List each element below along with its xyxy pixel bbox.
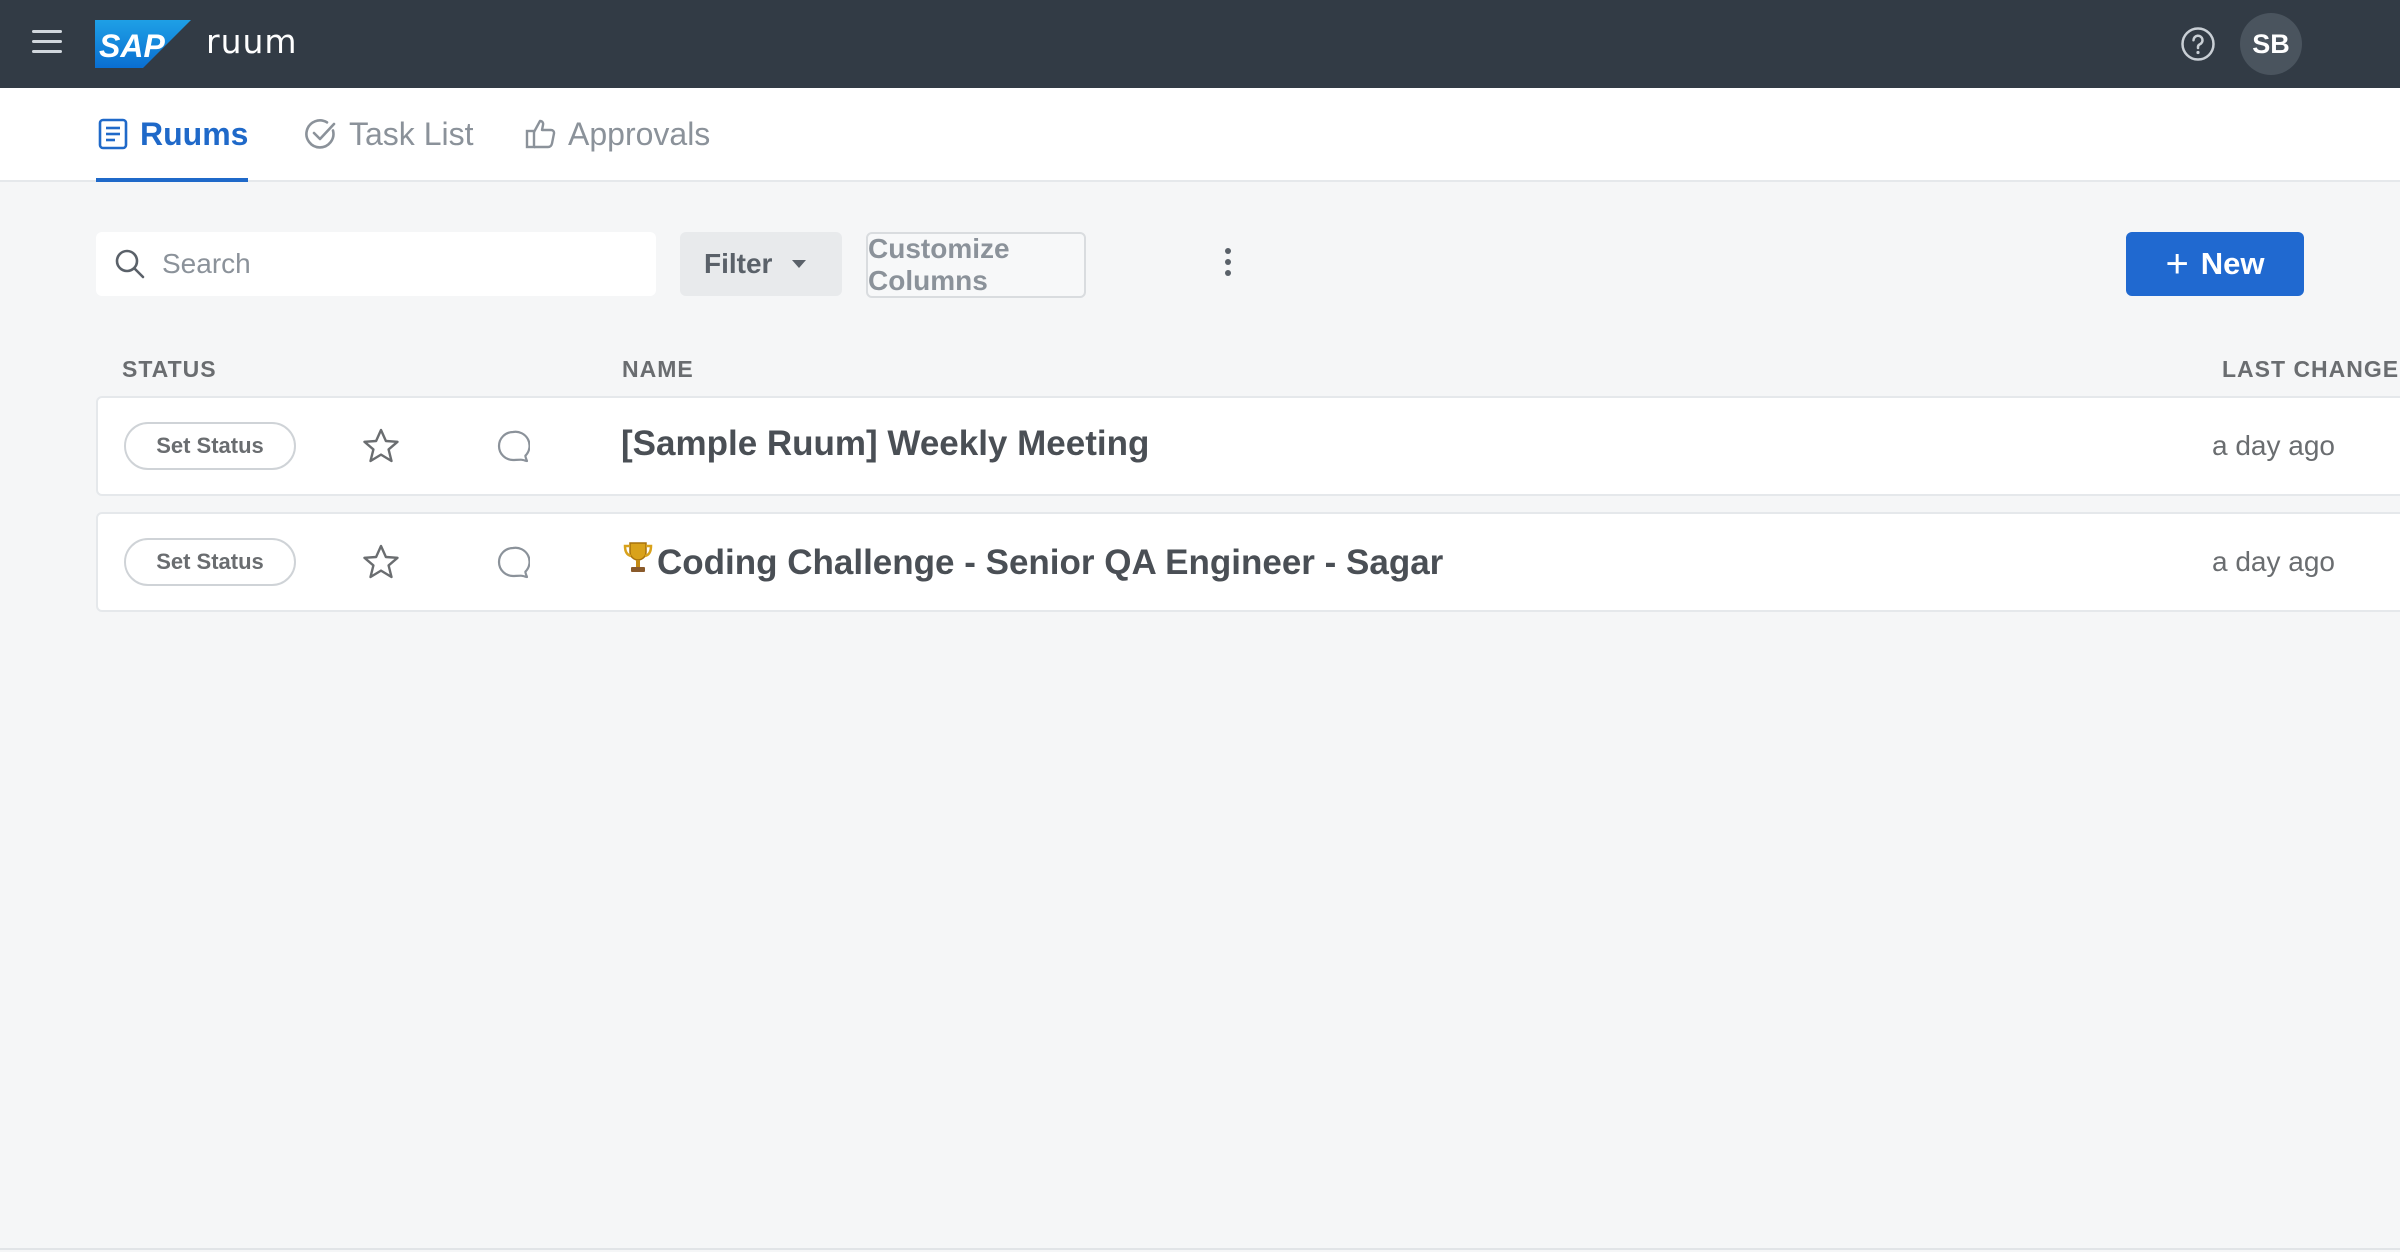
tab-label: Ruums	[140, 115, 249, 152]
product-name: ruum	[206, 22, 298, 61]
last-change-time: a day ago	[2212, 430, 2335, 461]
trophy-icon	[623, 542, 653, 572]
set-status-button[interactable]: Set Status	[124, 422, 296, 470]
shell-bar: SAP ruum SB	[0, 0, 2400, 88]
check-circle-icon	[305, 119, 336, 149]
tab-ruums[interactable]: Ruums	[96, 88, 249, 182]
svg-text:SAP: SAP	[99, 28, 165, 64]
chevron-down-icon	[792, 260, 807, 268]
comment-icon[interactable]	[496, 545, 530, 579]
last-change-time: a day ago	[2212, 546, 2335, 577]
comment-icon[interactable]	[496, 429, 530, 463]
search-icon	[115, 249, 145, 279]
divider	[0, 1248, 2400, 1250]
tab-label: Approvals	[568, 115, 711, 152]
help-circle-icon[interactable]	[2180, 26, 2216, 62]
new-button[interactable]: + New	[2126, 232, 2304, 296]
menu-icon[interactable]	[32, 30, 62, 56]
filter-button[interactable]: Filter	[680, 232, 842, 296]
ruum-name[interactable]: Coding Challenge - Senior QA Engineer - …	[621, 540, 1443, 583]
tab-bar: Ruums Task List Approvals	[0, 88, 2400, 182]
filter-label: Filter	[704, 248, 773, 279]
tab-label: Task List	[349, 115, 474, 152]
column-header-status[interactable]: STATUS	[122, 356, 217, 383]
ruum-name[interactable]: [Sample Ruum] Weekly Meeting	[621, 424, 1149, 464]
search-input[interactable]	[160, 247, 634, 281]
ruum-name-text: Coding Challenge - Senior QA Engineer - …	[657, 543, 1444, 582]
customize-columns-button[interactable]: Customize Columns	[866, 232, 1086, 298]
star-icon[interactable]	[362, 428, 400, 464]
search-box[interactable]	[96, 232, 656, 296]
sap-logo[interactable]: SAP	[95, 20, 191, 68]
set-status-button[interactable]: Set Status	[124, 538, 296, 586]
thumbs-up-icon	[525, 119, 556, 149]
ruum-name-text: [Sample Ruum] Weekly Meeting	[621, 424, 1150, 463]
star-icon[interactable]	[362, 544, 400, 580]
new-button-label: New	[2200, 246, 2265, 281]
column-header-name[interactable]: NAME	[622, 356, 694, 383]
more-options-icon[interactable]	[1218, 248, 1238, 280]
table-row[interactable]: Set Status Coding Challenge - Senior QA …	[96, 512, 2400, 612]
tab-approvals[interactable]: Approvals	[524, 88, 710, 180]
tab-task-list[interactable]: Task List	[303, 88, 473, 180]
plus-icon: +	[2165, 242, 2189, 286]
document-icon	[98, 118, 128, 150]
user-avatar[interactable]: SB	[2240, 13, 2302, 75]
table-row[interactable]: Set Status [Sample Ruum] Weekly Meeting …	[96, 396, 2400, 496]
column-header-last-change[interactable]: LAST CHANGE	[2222, 356, 2399, 383]
